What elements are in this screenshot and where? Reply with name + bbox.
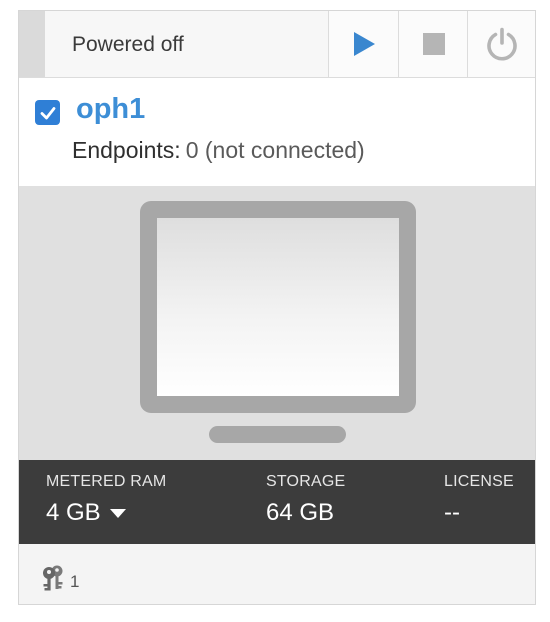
vm-header: oph1 Endpoints: 0 (not connected): [19, 78, 535, 186]
keys-button[interactable]: 1: [39, 564, 79, 592]
status-indicator-strip: [19, 11, 45, 77]
vm-select-checkbox[interactable]: [35, 100, 60, 125]
power-status-text: Powered off: [72, 33, 184, 56]
storage-label: STORAGE: [266, 473, 346, 490]
stat-license: LICENSE --: [444, 473, 514, 527]
vm-card: Powered off oph1 Endpoints: 0 (not conne…: [18, 10, 536, 605]
stat-storage: STORAGE 64 GB: [266, 473, 345, 527]
stop-icon: [422, 33, 445, 55]
license-value: --: [444, 499, 460, 526]
ram-value: 4 GB: [46, 499, 101, 526]
ram-label: METERED RAM: [46, 473, 167, 490]
stop-button[interactable]: [398, 11, 468, 77]
vm-preview[interactable]: [19, 186, 535, 460]
endpoints-label: Endpoints:: [72, 137, 181, 163]
start-button[interactable]: [328, 11, 398, 77]
vm-stats-bar: METERED RAM 4 GB STORAGE 64 GB LICENSE -…: [19, 460, 535, 544]
power-icon: [486, 27, 517, 61]
caret-down-icon[interactable]: [109, 508, 126, 518]
vm-footer: 1: [19, 544, 535, 604]
endpoints-value: 0 (not connected): [185, 137, 365, 163]
play-icon: [353, 32, 375, 56]
power-button[interactable]: [467, 11, 535, 77]
monitor-icon: [140, 201, 416, 413]
monitor-screen: [157, 218, 399, 396]
vm-name-link[interactable]: oph1: [76, 93, 145, 126]
checkmark-icon: [40, 106, 55, 119]
monitor-stand: [209, 426, 346, 443]
keys-count: 1: [70, 572, 80, 591]
keys-icon: [43, 565, 63, 591]
storage-value: 64 GB: [266, 499, 335, 526]
stat-ram: METERED RAM 4 GB: [46, 473, 166, 527]
ram-dropdown[interactable]: 4 GB: [46, 499, 166, 527]
license-label: LICENSE: [444, 473, 514, 490]
endpoints-row: Endpoints: 0 (not connected): [72, 137, 365, 164]
vm-toolbar: Powered off: [19, 11, 535, 78]
